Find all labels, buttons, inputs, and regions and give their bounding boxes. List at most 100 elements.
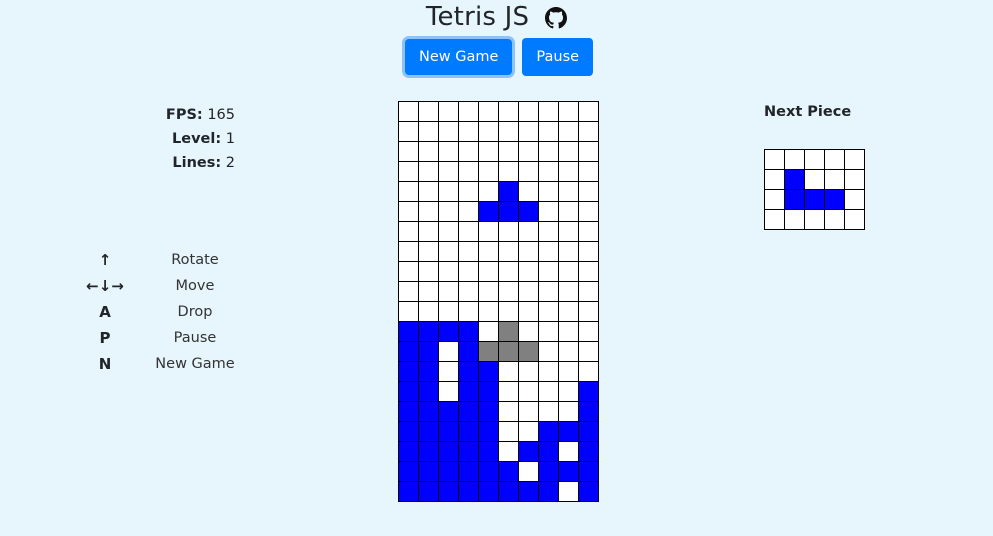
board-cell-empty xyxy=(518,261,538,281)
board-cell-empty xyxy=(518,401,538,421)
level-value: 1 xyxy=(225,131,235,147)
board-cell-empty xyxy=(458,201,478,221)
board-cell-empty xyxy=(478,181,498,201)
board-cell-block xyxy=(458,381,478,401)
new-game-button[interactable]: New Game xyxy=(405,39,513,75)
next-cell-block xyxy=(784,169,804,189)
board-cell-empty xyxy=(578,361,598,381)
board-cell-empty xyxy=(498,221,518,241)
board-cell-block xyxy=(478,441,498,461)
board-cell-empty xyxy=(438,381,458,401)
board-cell-empty xyxy=(458,241,478,261)
board-cell-empty xyxy=(498,101,518,121)
board-cell-block xyxy=(578,461,598,481)
board-cell-empty xyxy=(518,281,538,301)
board-cell-block xyxy=(498,181,518,201)
board-cell-block xyxy=(438,401,458,421)
stats-panel: FPS: 165 Level: 1 Lines: 2 xyxy=(110,103,235,175)
next-cell-empty xyxy=(764,209,784,229)
game-board xyxy=(398,101,599,502)
next-cell-empty xyxy=(804,209,824,229)
board-cell-empty xyxy=(578,141,598,161)
board-cell-block xyxy=(418,381,438,401)
control-row-drop: A Drop xyxy=(75,299,255,325)
board-cell-empty xyxy=(538,141,558,161)
board-cell-empty xyxy=(498,421,518,441)
board-cell-empty xyxy=(498,121,518,141)
board-cell-empty xyxy=(438,141,458,161)
control-label: Move xyxy=(175,278,215,294)
board-cell-block xyxy=(418,321,438,341)
board-cell-block xyxy=(418,481,438,501)
board-cell-block xyxy=(398,361,418,381)
board-cell-empty xyxy=(478,321,498,341)
pause-button[interactable]: Pause xyxy=(522,38,594,76)
board-cell-empty xyxy=(438,261,458,281)
board-cell-block xyxy=(518,441,538,461)
next-cell-empty xyxy=(804,149,824,169)
board-cell-empty xyxy=(518,181,538,201)
board-cell-empty xyxy=(418,181,438,201)
control-label: New Game xyxy=(155,356,235,372)
board-cell-block xyxy=(478,461,498,481)
board-cell-empty xyxy=(418,221,438,241)
board-cell-block xyxy=(438,441,458,461)
board-cell-empty xyxy=(458,161,478,181)
board-cell-empty xyxy=(458,141,478,161)
board-cell-empty xyxy=(438,201,458,221)
board-cell-empty xyxy=(478,161,498,181)
board-cell-empty xyxy=(498,281,518,301)
board-cell-ghost xyxy=(518,341,538,361)
board-cell-empty xyxy=(518,221,538,241)
board-cell-block xyxy=(578,441,598,461)
board-cell-empty xyxy=(558,341,578,361)
board-cell-ghost xyxy=(498,321,518,341)
board-cell-block xyxy=(418,401,438,421)
board-cell-block xyxy=(478,201,498,221)
board-cell-empty xyxy=(418,141,438,161)
board-cell-block xyxy=(558,421,578,441)
board-cell-empty xyxy=(498,161,518,181)
board-cell-block xyxy=(458,461,478,481)
board-cell-block xyxy=(538,461,558,481)
board-cell-block xyxy=(458,441,478,461)
level-label: Level: xyxy=(172,131,222,147)
next-cell-empty xyxy=(824,169,844,189)
fps-label: FPS: xyxy=(165,107,203,123)
github-icon[interactable] xyxy=(545,7,568,29)
board-cell-empty xyxy=(458,121,478,141)
next-cell-block xyxy=(824,189,844,209)
board-cell-empty xyxy=(518,161,538,181)
board-cell-empty xyxy=(438,221,458,241)
key-a: A xyxy=(99,303,111,321)
board-cell-empty xyxy=(518,381,538,401)
board-cell-empty xyxy=(398,241,418,261)
board-cell-empty xyxy=(558,241,578,261)
board-cell-block xyxy=(458,481,478,501)
board-cell-empty xyxy=(538,301,558,321)
key-p: P xyxy=(99,329,111,347)
board-cell-empty xyxy=(418,201,438,221)
board-cell-empty xyxy=(558,101,578,121)
board-cell-empty xyxy=(538,381,558,401)
board-cell-empty xyxy=(418,241,438,261)
board-cell-block xyxy=(438,461,458,481)
board-cell-empty xyxy=(418,261,438,281)
board-cell-block xyxy=(438,321,458,341)
board-cell-empty xyxy=(418,301,438,321)
board-cell-empty xyxy=(478,301,498,321)
board-cell-block xyxy=(518,481,538,501)
board-cell-block xyxy=(478,481,498,501)
board-cell-empty xyxy=(398,121,418,141)
arrow-keys-icon: ←↓→ xyxy=(86,277,124,295)
board-cell-block xyxy=(398,441,418,461)
board-cell-block xyxy=(398,401,418,421)
board-cell-empty xyxy=(558,401,578,421)
board-cell-empty xyxy=(538,181,558,201)
board-cell-block xyxy=(418,461,438,481)
lines-label: Lines: xyxy=(172,155,222,171)
board-cell-empty xyxy=(558,361,578,381)
next-cell-empty xyxy=(844,209,864,229)
board-cell-empty xyxy=(438,361,458,381)
board-cell-empty xyxy=(518,141,538,161)
